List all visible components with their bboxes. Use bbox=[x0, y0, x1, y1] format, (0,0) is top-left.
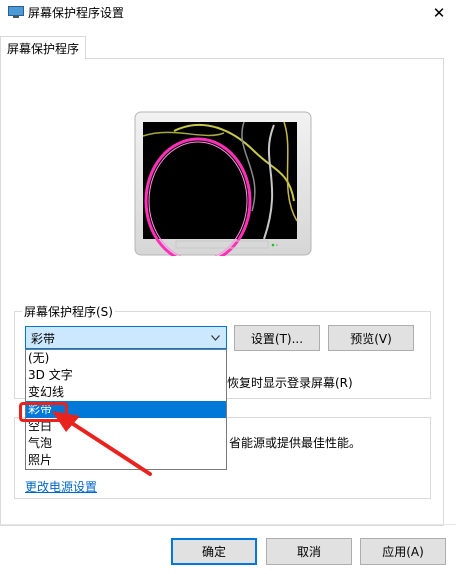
ok-button[interactable]: 确定 bbox=[171, 538, 257, 565]
tab-screensaver[interactable]: 屏幕保护程序 bbox=[0, 36, 86, 59]
apply-button[interactable]: 应用(A) bbox=[360, 538, 446, 565]
change-power-settings-link[interactable]: 更改电源设置 bbox=[25, 478, 97, 495]
list-item[interactable]: 变幻线 bbox=[26, 384, 226, 401]
cancel-button-label: 取消 bbox=[296, 545, 321, 559]
close-icon: ✕ bbox=[432, 4, 446, 22]
settings-button-label: 设置(T)... bbox=[250, 331, 304, 346]
close-button[interactable]: ✕ bbox=[426, 2, 452, 24]
screensaver-preview-monitor bbox=[134, 111, 312, 256]
chevron-down-icon bbox=[211, 335, 220, 341]
screensaver-group-label: 屏幕保护程序(S) bbox=[22, 303, 115, 320]
preview-button-label: 预览(V) bbox=[350, 331, 392, 346]
apply-button-label: 应用(A) bbox=[382, 545, 424, 559]
title-bar: 屏幕保护程序设置 ✕ bbox=[0, 0, 456, 26]
red-arrow-icon bbox=[52, 411, 152, 476]
screensaver-select[interactable]: 彩带 bbox=[25, 326, 227, 349]
list-item[interactable]: (无) bbox=[26, 350, 226, 367]
window-title: 屏幕保护程序设置 bbox=[28, 6, 125, 20]
tab-label: 屏幕保护程序 bbox=[6, 41, 79, 56]
resume-login-checkbox-label[interactable]: 恢复时显示登录屏幕(R) bbox=[227, 374, 353, 391]
ok-button-label: 确定 bbox=[201, 545, 226, 559]
cancel-button[interactable]: 取消 bbox=[266, 538, 352, 565]
settings-button[interactable]: 设置(T)... bbox=[234, 325, 320, 351]
preview-button[interactable]: 预览(V) bbox=[328, 325, 414, 351]
footer-separator bbox=[0, 524, 456, 525]
power-description: 省能源或提供最佳性能。 bbox=[229, 436, 362, 450]
list-item[interactable]: 3D 文字 bbox=[26, 367, 226, 384]
monitor-icon bbox=[8, 6, 24, 18]
screensaver-select-value: 彩带 bbox=[31, 332, 56, 346]
